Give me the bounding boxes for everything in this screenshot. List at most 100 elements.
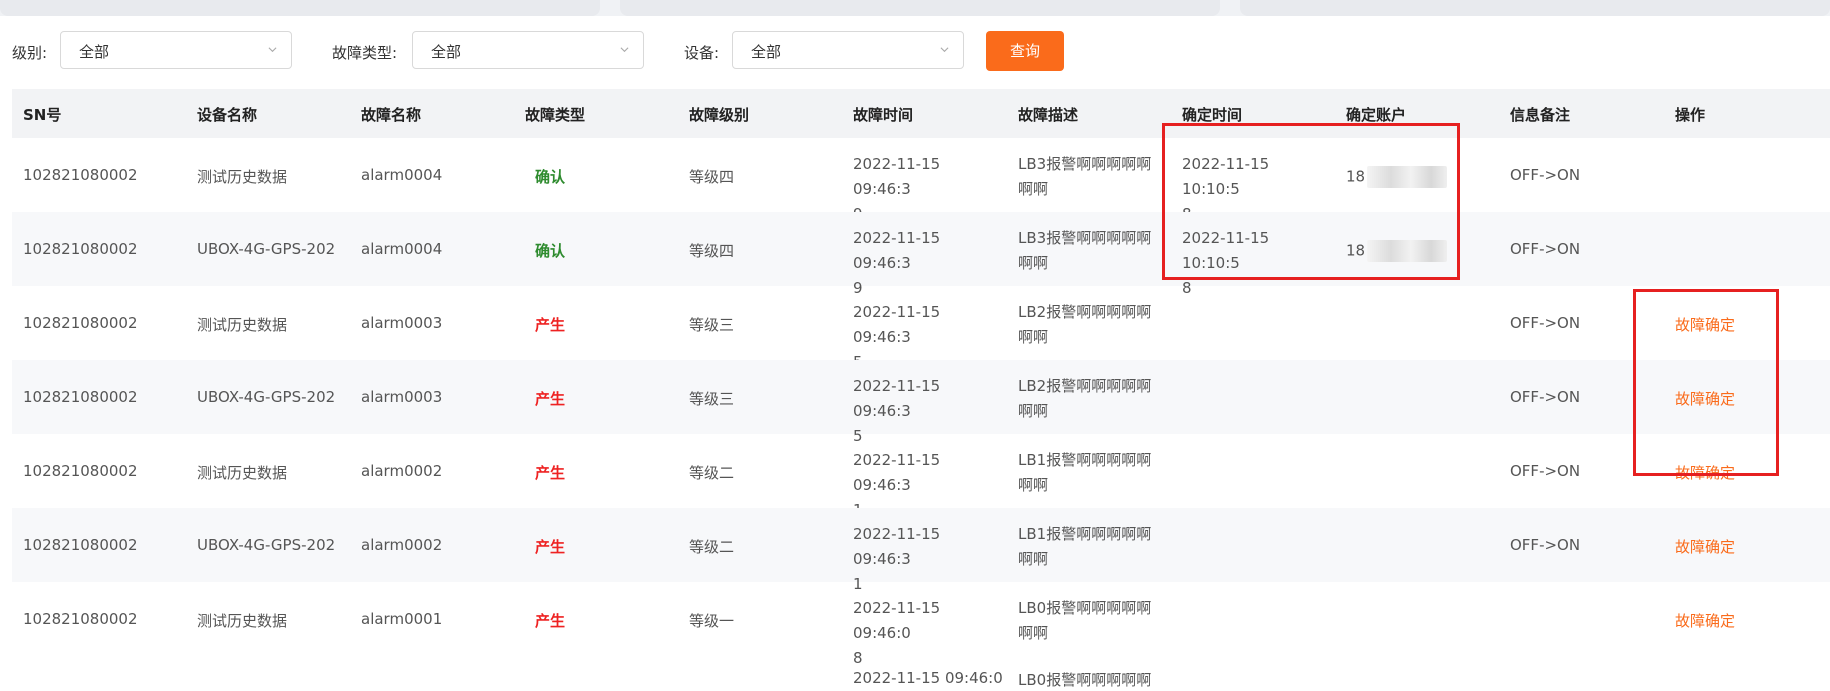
level-select[interactable]: 全部 (60, 31, 292, 69)
device-filter-label: 设备: (684, 44, 720, 62)
cell-sn: 102821080002 (23, 536, 138, 554)
cell-fault-desc: LB0报警啊啊啊啊啊 (1018, 671, 1152, 689)
cell-note: OFF->ON (1510, 388, 1581, 406)
col-header-action: 操作 (1675, 106, 1706, 124)
cell-device: UBOX-4G-GPS-202 (197, 388, 336, 406)
chevron-down-icon (620, 47, 629, 53)
cell-fault-desc: LB0报警啊啊啊啊啊 啊啊 (1018, 599, 1152, 642)
cell-action[interactable]: 故障确定 (1675, 388, 1735, 409)
cell-fault-type: 产生 (535, 390, 566, 408)
device-select[interactable]: 全部 (732, 31, 964, 69)
type-filter-label: 故障类型: (332, 44, 398, 62)
cell-action[interactable]: 故障确定 (1675, 536, 1735, 557)
cell-note: OFF->ON (1510, 314, 1581, 332)
chevron-down-icon (268, 47, 277, 53)
cell-fault-type: 产生 (535, 538, 566, 556)
table-row: 102821080002 测试历史数据 alarm0001 产生 等级一 2022-11-… (12, 582, 1830, 667)
col-header-fault-desc: 故障描述 (1018, 106, 1079, 124)
cell-fault-time: 2022-11-15 09:46:0 (853, 669, 1003, 687)
cell-confirm-account: 18 (1346, 166, 1448, 188)
cell-fault-name: alarm0003 (361, 314, 443, 332)
cell-fault-name: alarm0002 (361, 462, 443, 480)
cell-fault-desc: LB3报警啊啊啊啊啊 啊啊 (1018, 229, 1152, 272)
cell-device: 测试历史数据 (197, 612, 288, 630)
cell-fault-level: 等级四 (689, 168, 735, 186)
cell-sn: 102821080002 (23, 240, 138, 258)
table-row: 102821080002 UBOX-4G-GPS-202 alarm0002 产生 等级… (12, 508, 1830, 593)
cell-fault-name: alarm0001 (361, 610, 443, 628)
table-row: 102821080002 UBOX-4G-GPS-202 alarm0004 确认 等级… (12, 212, 1830, 297)
cell-fault-name: alarm0003 (361, 388, 443, 406)
cell-device: 测试历史数据 (197, 464, 288, 482)
col-header-confirm-time: 确定时间 (1182, 106, 1243, 124)
cell-fault-type: 确认 (535, 168, 566, 186)
level-filter-label: 级别: (12, 44, 48, 62)
cell-device: 测试历史数据 (197, 168, 288, 186)
cell-note: OFF->ON (1510, 166, 1581, 184)
cell-confirm-account: 18 (1346, 240, 1448, 262)
cell-sn: 102821080002 (23, 388, 138, 406)
cell-fault-desc: LB2报警啊啊啊啊啊 啊啊 (1018, 377, 1152, 420)
level-select-value: 全部 (79, 43, 110, 61)
cell-device: UBOX-4G-GPS-202 (197, 240, 336, 258)
partial-row: 2022-11-15 09:46:0 LB0报警啊啊啊啊啊 (12, 669, 1830, 691)
cell-fault-level: 等级二 (689, 538, 735, 556)
cell-fault-level: 等级三 (689, 390, 735, 408)
tab-placeholder-1 (0, 0, 600, 16)
cell-action[interactable]: 故障确定 (1675, 610, 1735, 631)
table-row: 102821080002 UBOX-4G-GPS-202 alarm0003 产生 等级… (12, 360, 1830, 445)
fault-type-select[interactable]: 全部 (412, 31, 644, 69)
cell-fault-level: 等级二 (689, 464, 735, 482)
redacted-account-blur (1367, 166, 1448, 188)
col-header-note: 信息备注 (1510, 106, 1571, 124)
table-body: 102821080002 测试历史数据 alarm0004 确认 等级四 2022-11-… (12, 138, 1830, 667)
cell-fault-type: 产生 (535, 612, 566, 630)
cell-fault-type: 产生 (535, 316, 566, 334)
col-header-fault-time: 故障时间 (853, 106, 914, 124)
cell-action[interactable]: 故障确定 (1675, 314, 1735, 335)
cell-fault-level: 等级一 (689, 612, 735, 630)
cell-fault-name: alarm0002 (361, 536, 443, 554)
fault-type-select-value: 全部 (431, 43, 462, 61)
col-header-sn: SN号 (23, 106, 62, 124)
cell-fault-desc: LB1报警啊啊啊啊啊 啊啊 (1018, 451, 1152, 494)
cell-device: 测试历史数据 (197, 316, 288, 334)
fault-table: SN号 设备名称 故障名称 故障类型 故障级别 故障时间 故障描述 确定时间 确… (12, 89, 1830, 667)
col-header-fault-level: 故障级别 (689, 106, 750, 124)
col-header-fault-name: 故障名称 (361, 106, 422, 124)
cell-sn: 102821080002 (23, 462, 138, 480)
cell-fault-level: 等级四 (689, 242, 735, 260)
cell-fault-type: 产生 (535, 464, 566, 482)
cell-fault-time: 2022-11-15 09:46:0 8 (853, 599, 941, 667)
cell-fault-name: alarm0004 (361, 240, 443, 258)
col-header-confirm-account: 确定账户 (1346, 106, 1407, 124)
tab-placeholder-2 (620, 0, 1220, 16)
filter-bar: 级别: 全部 故障类型: 全部 设备: 全部 查询 (0, 30, 1830, 74)
cell-note: OFF->ON (1510, 536, 1581, 554)
cell-note: OFF->ON (1510, 462, 1581, 480)
table-row: 102821080002 测试历史数据 alarm0004 确认 等级四 2022-11-… (12, 138, 1830, 223)
cell-fault-level: 等级三 (689, 316, 735, 334)
cell-device: UBOX-4G-GPS-202 (197, 536, 336, 554)
cell-note: OFF->ON (1510, 240, 1581, 258)
table-row: 102821080002 测试历史数据 alarm0002 产生 等级二 2022-11-… (12, 434, 1830, 519)
table-header: SN号 设备名称 故障名称 故障类型 故障级别 故障时间 故障描述 确定时间 确… (12, 89, 1830, 138)
device-select-value: 全部 (751, 43, 782, 61)
cell-fault-desc: LB2报警啊啊啊啊啊 啊啊 (1018, 303, 1152, 346)
table-row: 102821080002 测试历史数据 alarm0003 产生 等级三 2022-11-… (12, 286, 1830, 371)
cell-fault-desc: LB1报警啊啊啊啊啊 啊啊 (1018, 525, 1152, 568)
cell-action[interactable]: 故障确定 (1675, 462, 1735, 483)
cell-fault-name: alarm0004 (361, 166, 443, 184)
query-button[interactable]: 查询 (986, 31, 1064, 71)
col-header-device: 设备名称 (197, 106, 258, 124)
top-tab-strip (0, 0, 1830, 16)
cell-sn: 102821080002 (23, 166, 138, 184)
tab-placeholder-3 (1240, 0, 1830, 16)
cell-fault-desc: LB3报警啊啊啊啊啊 啊啊 (1018, 155, 1152, 198)
redacted-account-blur (1367, 240, 1448, 262)
cell-fault-type: 确认 (535, 242, 566, 260)
cell-sn: 102821080002 (23, 610, 138, 628)
cell-sn: 102821080002 (23, 314, 138, 332)
chevron-down-icon (940, 47, 949, 53)
col-header-fault-type: 故障类型 (525, 106, 586, 124)
